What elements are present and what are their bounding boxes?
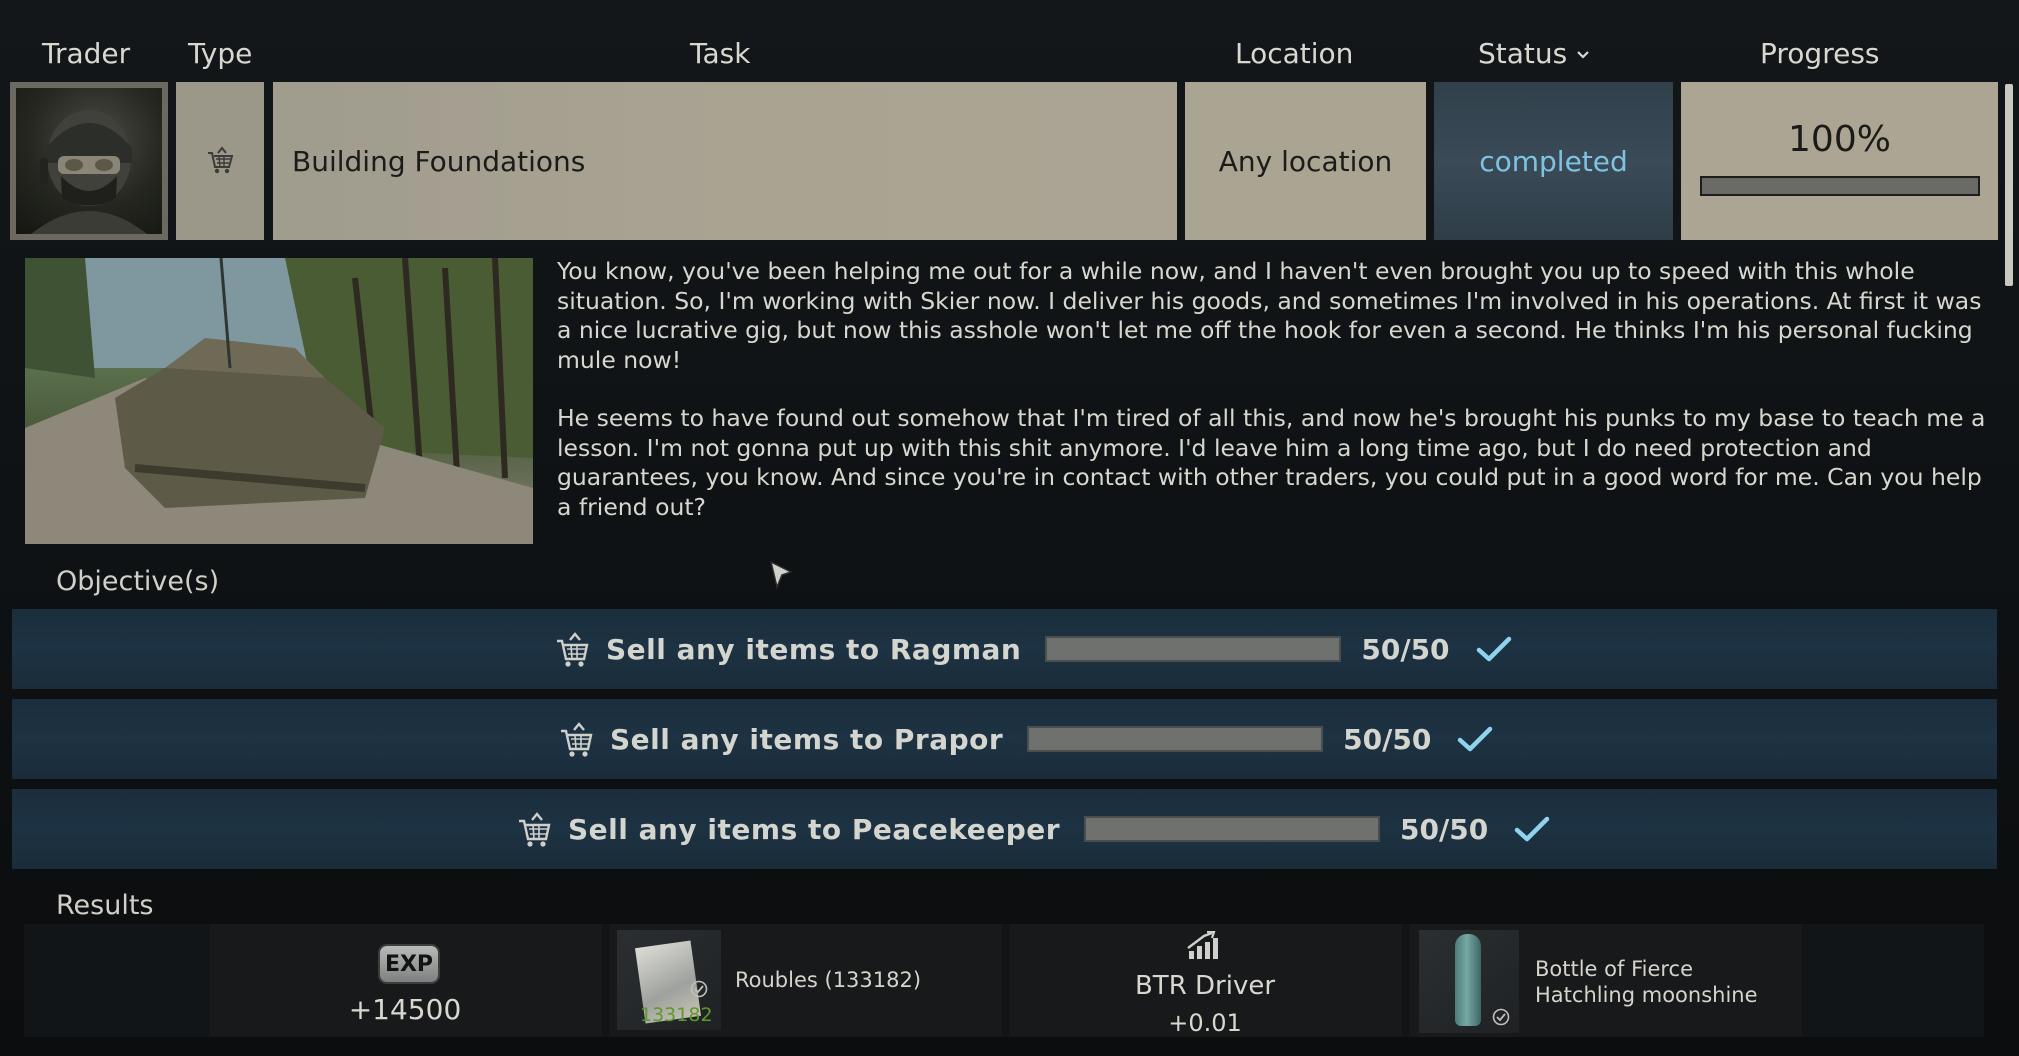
description-paragraph: You know, you've been helping me out for…	[557, 257, 1982, 374]
trader-cell[interactable]	[10, 82, 168, 240]
progress-bar	[1699, 175, 1980, 196]
shopping-cart-icon	[208, 146, 234, 174]
btr-standing-value: +0.01	[1168, 1009, 1242, 1037]
objective-count: 50/50	[1400, 812, 1489, 846]
column-header-trader[interactable]: Trader	[42, 34, 130, 74]
mouse-cursor-icon	[769, 560, 793, 590]
location-cell[interactable]: Any location	[1185, 82, 1426, 240]
column-header-status-label: Status	[1478, 37, 1568, 70]
objective-row: Sell any items to Prapor 50/50	[12, 699, 1997, 779]
task-name: Building Foundations	[292, 144, 586, 178]
btr-standing-label: BTR Driver	[1134, 971, 1276, 1001]
results-title: Results	[56, 890, 154, 921]
progress-percent: 100%	[1788, 118, 1891, 160]
checkmark-icon	[1514, 816, 1550, 842]
shopping-cart-icon	[561, 722, 593, 757]
progress-cell[interactable]: 100%	[1681, 82, 1998, 240]
scrollbar-thumb[interactable]	[2005, 84, 2013, 286]
objective-row: Sell any items to Peacekeeper 50/50	[12, 789, 1997, 869]
quest-panel: Trader Type Task Location Status Progres…	[0, 0, 2019, 1056]
rising-chart-icon	[1187, 931, 1218, 959]
task-description: You know, you've been helping me out for…	[557, 257, 1987, 551]
checkmark-badge-icon	[1492, 1008, 1510, 1026]
objective-label: Sell any items to Prapor	[610, 722, 1004, 756]
chevron-down-icon	[1577, 51, 1590, 59]
objective-row: Sell any items to Ragman 50/50	[12, 609, 1997, 689]
objective-progress-bar	[1027, 726, 1324, 752]
objective-label: Sell any items to Ragman	[606, 632, 1022, 666]
objective-progress-fill	[1086, 818, 1379, 840]
trader-avatar	[16, 88, 162, 234]
objective-count: 50/50	[1343, 722, 1432, 756]
column-header-status[interactable]: Status	[1478, 34, 1590, 74]
shopping-cart-icon	[519, 812, 551, 847]
objective-progress-bar	[1084, 816, 1381, 842]
objective-progress-bar	[1045, 636, 1342, 662]
column-header-type[interactable]: Type	[188, 34, 252, 74]
bottle-icon	[1455, 934, 1481, 1026]
objective-progress-fill	[1029, 728, 1322, 750]
column-header-location[interactable]: Location	[1235, 34, 1353, 74]
task-name-cell[interactable]: Building Foundations	[273, 82, 1177, 240]
roubles-label: Roubles (133182)	[735, 968, 922, 992]
task-location: Any location	[1218, 144, 1393, 178]
type-cell[interactable]	[176, 82, 264, 240]
exp-value: +14500	[348, 993, 462, 1026]
column-header-progress[interactable]: Progress	[1760, 34, 1880, 74]
task-image	[25, 258, 533, 544]
checkmark-icon	[1476, 636, 1511, 662]
description-paragraph: He seems to have found out somehow that …	[557, 404, 1986, 521]
progress-bar-fill	[1701, 177, 1978, 194]
status-badge: completed	[1479, 144, 1628, 178]
checkmark-icon	[1458, 726, 1493, 752]
status-cell[interactable]: completed	[1434, 82, 1673, 240]
objective-count: 50/50	[1361, 632, 1450, 666]
checkmark-badge-icon	[690, 980, 708, 998]
objective-label: Sell any items to Peacekeeper	[568, 812, 1061, 846]
objective-progress-fill	[1047, 638, 1340, 660]
roubles-stack-count: 133182	[640, 1004, 713, 1026]
bottle-label: Bottle of Fierce Hatchling moonshine	[1535, 957, 1758, 1007]
exp-badge: EXP	[378, 944, 440, 984]
column-header-task[interactable]: Task	[690, 34, 750, 74]
shopping-cart-icon	[557, 632, 589, 667]
objectives-title: Objective(s)	[56, 566, 220, 597]
